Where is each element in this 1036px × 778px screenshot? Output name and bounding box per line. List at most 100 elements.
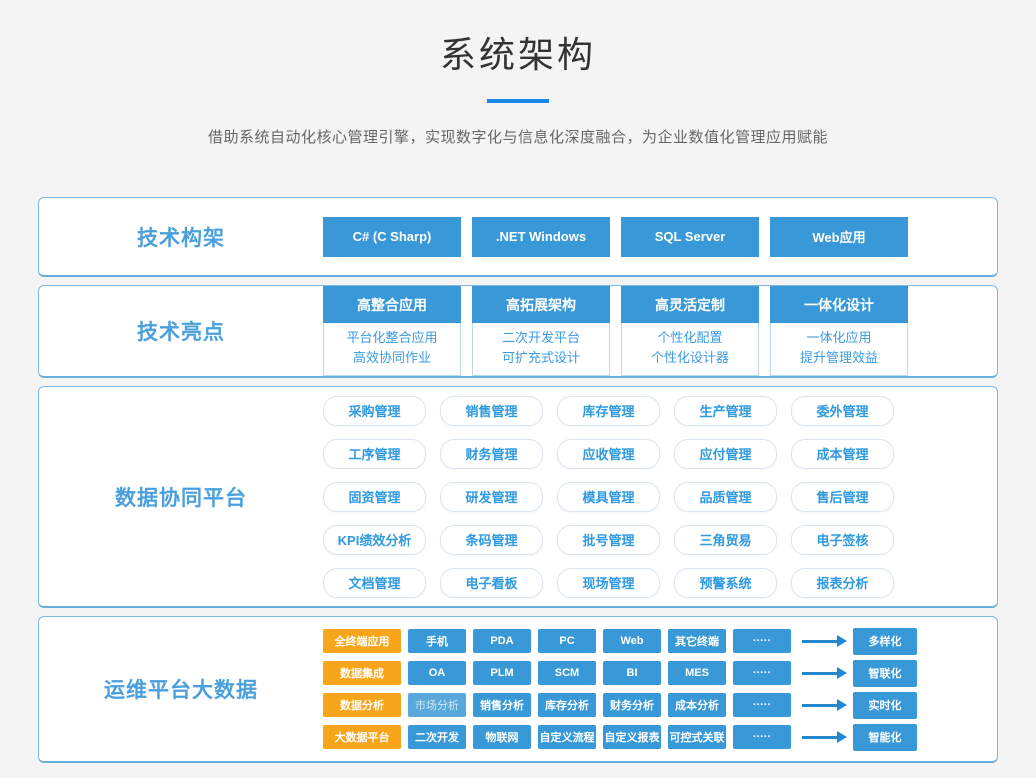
highlight-card-title: 一体化设计 [770,286,908,323]
module-button[interactable]: 成本管理 [791,439,894,469]
module-button[interactable]: 应收管理 [557,439,660,469]
arrow-right-icon [802,704,838,707]
bigdata-item-button[interactable]: 物联网 [473,725,531,749]
bigdata-result-button[interactable]: 智能化 [853,724,917,751]
section-bigdata: 运维平台大数据 全终端应用手机 PDA PC Web 其它终端 ····· 多样化数据集成 O… [38,616,998,763]
tech-stack-buttons: C# (C Sharp) .NET Windows SQL Server Web应用 [323,217,997,257]
highlight-card: 高整合应用平台化整合应用高效协同作业 [323,286,461,376]
bigdata-item-button[interactable]: 手机 [408,629,466,653]
bigdata-item-button[interactable]: PDA [473,629,531,653]
tech-stack-button[interactable]: C# (C Sharp) [323,217,461,257]
highlight-card-body: 二次开发平台可扩充式设计 [472,323,610,376]
module-button[interactable]: 财务管理 [440,439,543,469]
tech-stack-button[interactable]: Web应用 [770,217,908,257]
highlight-card-body: 一体化应用提升管理效益 [770,323,908,376]
module-button[interactable]: 委外管理 [791,396,894,426]
arrow-right-icon [802,736,838,739]
module-button[interactable]: 条码管理 [440,525,543,555]
bigdata-item-button[interactable]: ····· [733,629,791,653]
bigdata-result-button[interactable]: 实时化 [853,692,917,719]
bigdata-item-button[interactable]: ····· [733,725,791,749]
highlight-card-title: 高拓展架构 [472,286,610,323]
bigdata-item-button[interactable]: 其它终端 [668,629,726,653]
tech-stack-button[interactable]: .NET Windows [472,217,610,257]
module-button[interactable]: 采购管理 [323,396,426,426]
highlight-card: 高拓展架构二次开发平台可扩充式设计 [472,286,610,376]
bigdata-item-button[interactable]: ····· [733,693,791,717]
highlight-card-title: 高整合应用 [323,286,461,323]
section-platform-label: 数据协同平台 [39,482,323,512]
bigdata-rows: 全终端应用手机 PDA PC Web 其它终端 ····· 多样化数据集成 OA PLM SCM B… [323,628,917,751]
module-button[interactable]: 现场管理 [557,568,660,598]
module-button[interactable]: 固资管理 [323,482,426,512]
module-button[interactable]: 应付管理 [674,439,777,469]
module-button[interactable]: 工序管理 [323,439,426,469]
bigdata-item-button[interactable]: OA [408,661,466,685]
module-button[interactable]: 模具管理 [557,482,660,512]
bigdata-row: 数据分析市场分析销售分析库存分析财务分析成本分析 ····· 实时化 [323,692,917,719]
highlight-card-line: 个性化配置 [622,328,758,348]
bigdata-result-button[interactable]: 智联化 [853,660,917,687]
highlight-card-line: 个性化设计器 [622,348,758,368]
highlight-card-body: 平台化整合应用高效协同作业 [323,323,461,376]
module-button[interactable]: 预警系统 [674,568,777,598]
module-button[interactable]: 三角贸易 [674,525,777,555]
bigdata-item-button[interactable]: 二次开发 [408,725,466,749]
bigdata-item-button[interactable]: 市场分析 [408,693,466,717]
bigdata-item-button[interactable]: 库存分析 [538,693,596,717]
bigdata-item-button[interactable]: 可控式关联 [668,725,726,749]
section-highlights-label: 技术亮点 [39,316,323,346]
bigdata-item-button[interactable]: BI [603,661,661,685]
bigdata-item-button[interactable]: PLM [473,661,531,685]
highlight-card-body: 个性化配置个性化设计器 [621,323,759,376]
highlight-card-line: 可扩充式设计 [473,348,609,368]
bigdata-row: 大数据平台二次开发物联网自定义流程自定义报表可控式关联 ····· 智能化 [323,724,917,751]
arrow-right-icon [802,672,838,675]
module-button[interactable]: 电子看板 [440,568,543,598]
bigdata-item-button[interactable]: 成本分析 [668,693,726,717]
bigdata-category-button[interactable]: 数据集成 [323,661,401,685]
module-button[interactable]: 批号管理 [557,525,660,555]
highlight-card-line: 平台化整合应用 [324,328,460,348]
bigdata-item-button[interactable]: PC [538,629,596,653]
module-button[interactable]: KPI绩效分析 [323,525,426,555]
section-tech-stack: 技术构架 C# (C Sharp).NET WindowsSQL ServerW… [38,197,998,277]
bigdata-item-button[interactable]: 销售分析 [473,693,531,717]
bigdata-category-button[interactable]: 大数据平台 [323,725,401,749]
module-button[interactable]: 报表分析 [791,568,894,598]
bigdata-item-button[interactable]: Web [603,629,661,653]
highlight-card: 一体化设计一体化应用提升管理效益 [770,286,908,376]
bigdata-row: 全终端应用手机 PDA PC Web 其它终端 ····· 多样化 [323,628,917,655]
highlight-card-line: 一体化应用 [771,328,907,348]
module-button[interactable]: 品质管理 [674,482,777,512]
highlight-card: 高灵活定制个性化配置个性化设计器 [621,286,759,376]
page-title: 系统架构 [0,26,1036,78]
highlight-card-line: 二次开发平台 [473,328,609,348]
bigdata-item-button[interactable]: 自定义流程 [538,725,596,749]
bigdata-item-button[interactable]: SCM [538,661,596,685]
module-button[interactable]: 销售管理 [440,396,543,426]
highlight-cards: 高整合应用平台化整合应用高效协同作业高拓展架构二次开发平台可扩充式设计高灵活定制… [323,286,997,376]
arrow-right-icon [802,640,838,643]
bigdata-result-button[interactable]: 多样化 [853,628,917,655]
page: 系统架构 借助系统自动化核心管理引擎，实现数字化与信息化深度融合，为企业数值化管… [0,0,1036,763]
bigdata-row: 数据集成 OA PLM SCM BI MES ····· 智联化 [323,660,917,687]
module-button[interactable]: 文档管理 [323,568,426,598]
module-button[interactable]: 生产管理 [674,396,777,426]
bigdata-item-button[interactable]: 财务分析 [603,693,661,717]
module-button[interactable]: 库存管理 [557,396,660,426]
module-button[interactable]: 电子签核 [791,525,894,555]
section-platform: 数据协同平台 采购管理销售管理库存管理生产管理委外管理工序管理财务管理应收管理应… [38,386,998,608]
bigdata-item-button[interactable]: MES [668,661,726,685]
bigdata-item-button[interactable]: 自定义报表 [603,725,661,749]
module-button[interactable]: 研发管理 [440,482,543,512]
highlight-card-title: 高灵活定制 [621,286,759,323]
section-bigdata-label: 运维平台大数据 [39,674,323,704]
sections-container: 技术构架 C# (C Sharp).NET WindowsSQL ServerW… [38,197,998,763]
tech-stack-button[interactable]: SQL Server [621,217,759,257]
module-button[interactable]: 售后管理 [791,482,894,512]
section-highlights: 技术亮点 高整合应用平台化整合应用高效协同作业高拓展架构二次开发平台可扩充式设计… [38,285,998,378]
bigdata-item-button[interactable]: ····· [733,661,791,685]
bigdata-category-button[interactable]: 数据分析 [323,693,401,717]
bigdata-category-button[interactable]: 全终端应用 [323,629,401,653]
